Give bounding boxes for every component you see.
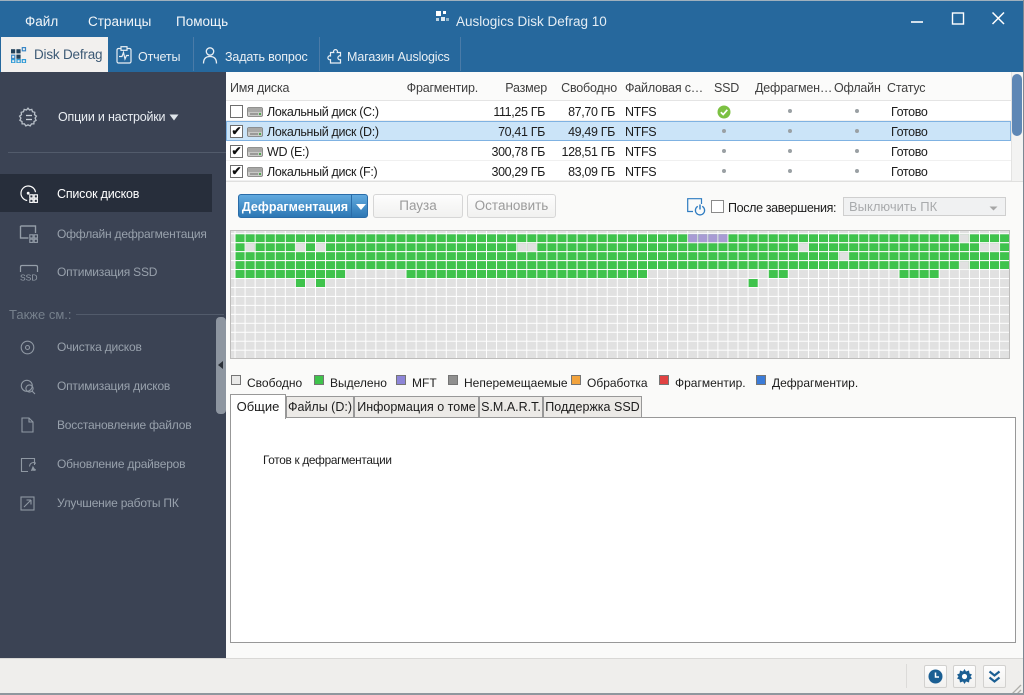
svg-text:SSD: SSD bbox=[20, 273, 37, 283]
